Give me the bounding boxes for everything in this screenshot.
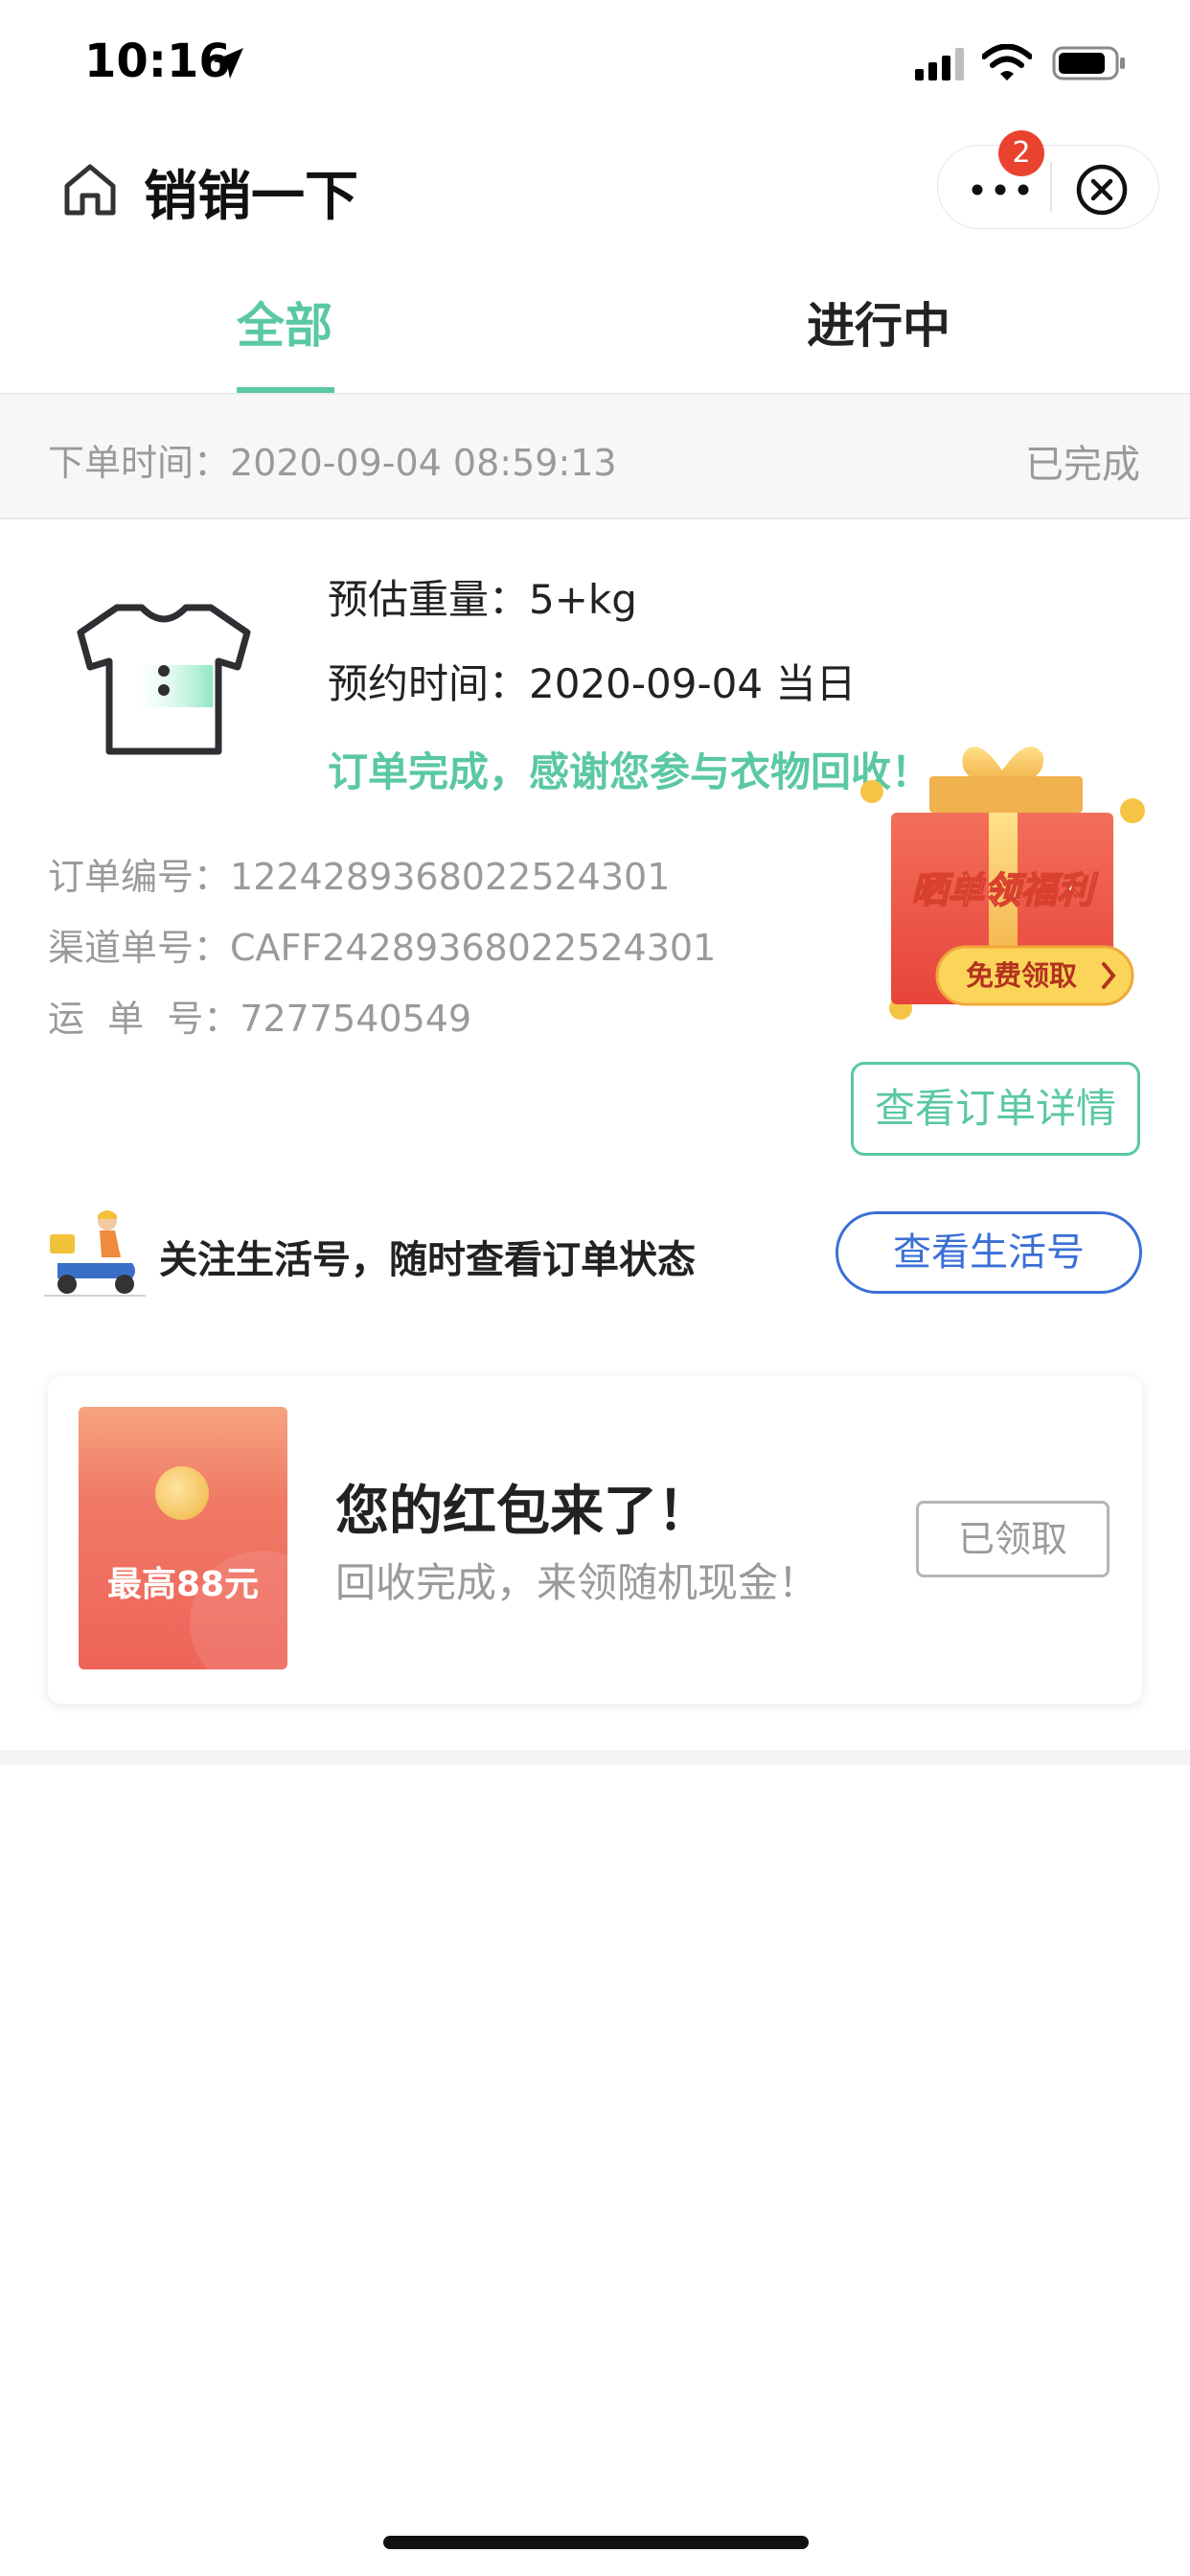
red-packet-subtitle: 回收完成，来领随机现金！ <box>335 1559 819 1606</box>
appointment-time: 预约时间：2020-09-04 当日 <box>328 652 856 710</box>
notification-badge: 2 <box>998 130 1044 176</box>
clothing-tshirt-icon <box>77 604 251 755</box>
channel-number-label: 渠道单号： <box>48 927 231 969</box>
wifi-icon <box>982 44 1032 80</box>
more-dots-icon[interactable] <box>970 184 1031 196</box>
red-packet-amount: 最高88元 <box>106 1565 260 1604</box>
channel-number: 渠道单号：CAFF24289368022524301 <box>48 918 716 971</box>
order-time-value: 2020-09-04 08:59:13 <box>230 442 617 484</box>
tab-in-progress[interactable]: 进行中 <box>807 288 950 356</box>
estimated-weight: 预估重量：5+kg <box>328 567 637 626</box>
capsule-divider <box>1050 162 1052 212</box>
tab-all[interactable]: 全部 <box>237 288 332 356</box>
waybill-number: 运 单 号：7277540549 <box>48 989 471 1042</box>
follow-account-text: 关注生活号，随时查看订单状态 <box>159 1238 696 1282</box>
weight-label: 预估重量： <box>328 576 530 623</box>
red-packet-image: 最高88元 <box>79 1407 287 1669</box>
header-divider <box>0 518 1190 519</box>
appointment-label: 预约时间： <box>328 660 530 707</box>
gift-title: 晒单领福利 <box>911 869 1099 911</box>
page-title: 销销一下 <box>144 166 358 228</box>
order-complete-message: 订单完成，感谢您参与衣物回收！ <box>328 748 932 795</box>
waybill-label: 运 单 号： <box>48 998 240 1040</box>
gift-promo-banner[interactable]: 晒单领福利 免费领取 <box>858 738 1157 1025</box>
delivery-rider-icon <box>44 1210 146 1297</box>
location-arrow-icon <box>213 48 243 79</box>
claimed-button[interactable]: 已领取 <box>916 1501 1110 1577</box>
order-number-value: 1224289368022524301 <box>230 856 671 898</box>
waybill-value: 7277540549 <box>240 998 472 1040</box>
order-status: 已完成 <box>1025 443 1140 487</box>
cellular-signal-icon <box>915 48 964 80</box>
home-icon[interactable] <box>59 159 121 220</box>
close-circle-icon[interactable] <box>1075 163 1129 217</box>
order-number-label: 订单编号： <box>48 856 231 898</box>
battery-icon <box>1052 46 1125 80</box>
gift-cta: 免费领取 <box>966 959 1077 992</box>
order-time: 下单时间：2020-09-04 08:59:13 <box>48 433 617 486</box>
order-time-label: 下单时间： <box>48 442 231 484</box>
red-packet-title: 您的红包来了！ <box>335 1481 711 1543</box>
view-life-account-button[interactable]: 查看生活号 <box>835 1211 1142 1294</box>
order-number: 订单编号：1224289368022524301 <box>48 847 670 900</box>
weight-value: 5+kg <box>529 576 637 623</box>
appointment-value: 2020-09-04 当日 <box>529 660 857 707</box>
channel-number-value: CAFF24289368022524301 <box>230 927 717 969</box>
view-order-detail-button[interactable]: 查看订单详情 <box>851 1062 1140 1156</box>
section-divider <box>0 1750 1190 1765</box>
home-indicator[interactable] <box>383 2536 809 2549</box>
coin-icon <box>155 1466 209 1520</box>
